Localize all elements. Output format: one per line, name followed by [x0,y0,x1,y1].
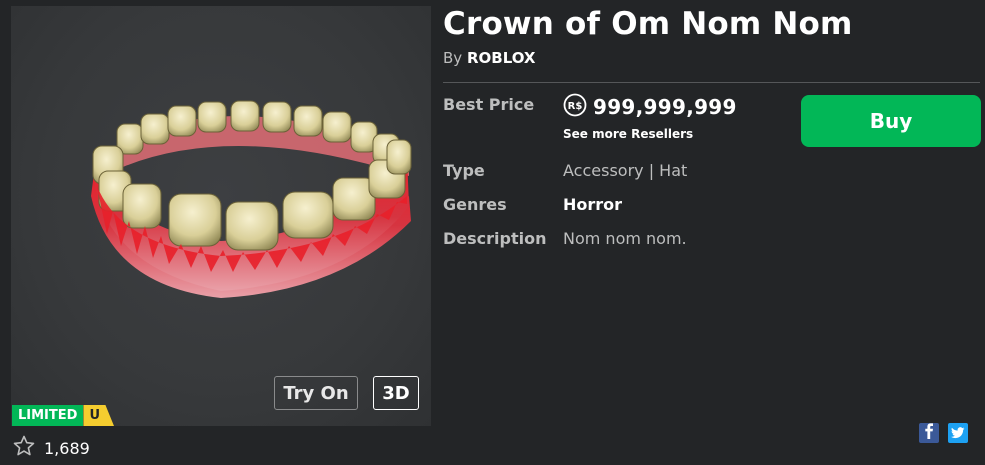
description-value: Nom nom nom. [563,229,687,248]
genres-value[interactable]: Horror [563,195,622,214]
best-price-label: Best Price [443,95,535,114]
genres-label: Genres [443,195,507,214]
buy-button[interactable]: Buy [801,95,981,147]
3d-view-button[interactable]: 3D [373,376,419,410]
see-more-resellers-link[interactable]: See more Resellers [563,127,693,141]
limited-unique-badge: LIMITED U [12,405,114,426]
price-display: R$ 999,999,999 [563,93,737,121]
limited-badge-label: LIMITED [12,405,84,426]
try-on-button[interactable]: Try On [274,376,358,410]
crown-image [91,100,412,298]
facebook-share-button[interactable] [919,423,939,443]
unique-badge-label: U [83,405,114,426]
svg-text:R$: R$ [568,101,583,112]
twitter-icon [951,424,965,443]
type-value: Accessory | Hat [563,161,688,180]
facebook-icon [923,423,935,443]
item-title: Crown of Om Nom Nom [443,6,853,42]
creator-byline: By ROBLOX [443,49,536,67]
star-outline-icon[interactable] [12,434,36,462]
type-label: Type [443,161,485,180]
twitter-share-button[interactable] [948,423,968,443]
item-thumbnail: Try On 3D [11,6,431,426]
creator-link[interactable]: ROBLOX [467,49,536,67]
by-prefix: By [443,49,463,67]
robux-icon: R$ [563,93,587,121]
header-divider [443,82,980,83]
favorite-control[interactable]: 1,689 [12,434,90,462]
description-label: Description [443,229,547,248]
price-value: 999,999,999 [593,95,737,119]
favorite-count: 1,689 [44,438,90,458]
